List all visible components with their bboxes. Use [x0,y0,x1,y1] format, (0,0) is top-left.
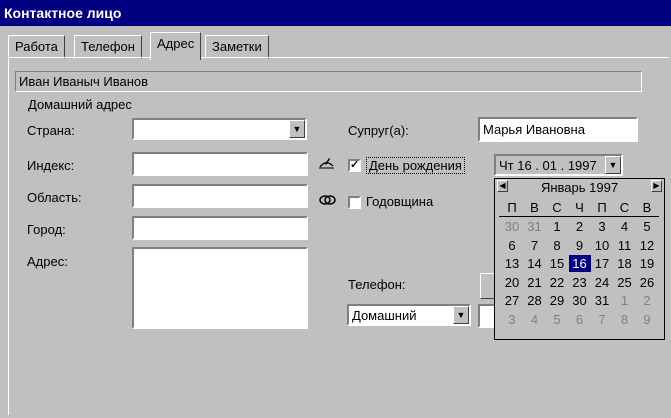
calendar-day[interactable]: 26 [636,274,658,291]
calendar-day[interactable]: 15 [546,255,568,272]
index-input[interactable] [134,154,306,174]
spouse-input[interactable] [480,119,636,140]
calendar-day[interactable]: 21 [524,274,546,291]
calendar-weekday: П [597,200,607,215]
phone-type-select[interactable]: Домашний ▼ [347,304,471,326]
region-label: Область: [27,190,82,205]
chevron-right-icon[interactable]: ▶ [651,180,662,192]
calendar-day[interactable]: 17 [591,255,613,272]
country-value [134,120,305,138]
calendar-day[interactable]: 30 [569,292,591,309]
calendar-day[interactable]: 6 [569,311,591,328]
calendar-day[interactable]: 5 [636,218,658,235]
city-input[interactable] [134,218,306,238]
calendar-day[interactable]: 7 [591,311,613,328]
calendar-day[interactable]: 10 [591,237,613,254]
calendar-day[interactable]: 9 [569,237,591,254]
calendar-day[interactable]: 13 [501,255,523,272]
tab-work[interactable]: Работа [8,35,65,59]
anniversary-checkbox[interactable] [348,196,361,209]
tab-address[interactable]: Адрес [150,32,202,60]
chevron-down-icon[interactable]: ▼ [605,156,621,174]
country-select[interactable]: ▼ [132,118,307,140]
chevron-down-icon[interactable]: ▼ [289,120,305,138]
calendar-day[interactable]: 19 [636,255,658,272]
calendar-weekday: С [619,200,630,215]
calendar-day[interactable]: 1 [614,292,636,309]
calendar-day[interactable]: 5 [546,311,568,328]
calendar-day[interactable]: 8 [546,237,568,254]
phone-type-value: Домашний [352,308,417,323]
calendar-day[interactable]: 4 [614,218,636,235]
anniversary-label: Годовщина [366,194,434,209]
calendar-day[interactable]: 1 [546,218,568,235]
calendar-weekday: В [530,200,539,215]
calendar-weekday: Ч [575,200,584,215]
pen-icon [319,158,334,169]
calendar-day[interactable]: 29 [546,292,568,309]
calendar-day[interactable]: 14 [524,255,546,272]
window-title: Контактное лицо [0,0,671,26]
address-label: Адрес: [27,254,68,269]
city-label: Город: [27,222,66,237]
tab-phone[interactable]: Телефон [74,35,142,59]
birthday-date-value: Чт 16 . 01 . 1997 [499,158,597,173]
spouse-field[interactable] [478,117,638,142]
calendar-month: Январь 1997 [540,180,619,195]
calendar-divider [499,216,659,217]
region-input[interactable] [134,186,306,206]
calendar-day[interactable]: 2 [569,218,591,235]
calendar-day[interactable]: 2 [636,292,658,309]
rings-icon [319,195,336,205]
country-label: Страна: [27,123,75,138]
phone-label: Телефон: [348,277,406,292]
calendar-day[interactable]: 9 [636,311,658,328]
index-field[interactable] [132,152,308,176]
tab-notes[interactable]: Заметки [205,35,269,59]
calendar-day[interactable]: 3 [591,218,613,235]
calendar-day[interactable]: 8 [614,311,636,328]
index-label: Индекс: [27,158,75,173]
calendar-day[interactable]: 18 [614,255,636,272]
calendar-day[interactable]: 7 [524,237,546,254]
region-field[interactable] [132,184,308,208]
calendar-day[interactable]: 27 [501,292,523,309]
chevron-down-icon[interactable]: ▼ [453,306,469,324]
calendar-day[interactable]: 20 [501,274,523,291]
calendar-day[interactable]: 25 [614,274,636,291]
address-field[interactable] [132,247,308,329]
calendar-popup: Январь 1997 ◀ ▶ ПВСЧПСВ 30 31 1 2 3 4 5 6 7 8 9 10 1… [494,178,665,340]
calendar-day[interactable]: 12 [636,237,658,254]
calendar-weekday: В [642,200,652,215]
calendar-day[interactable]: 30 [501,218,523,235]
calendar-weekday: С [552,200,562,215]
city-field[interactable] [132,216,308,240]
birthday-label[interactable]: День рождения [366,157,465,174]
calendar-day[interactable]: 3 [501,311,523,328]
section-title: Домашний адрес [28,97,132,112]
birthday-date-picker[interactable]: Чт 16 . 01 . 1997 ▼ [494,154,623,176]
calendar-day[interactable]: 4 [524,311,546,328]
address-value[interactable] [134,249,306,327]
calendar-day[interactable]: 6 [501,237,523,254]
spouse-label: Супруг(а): [348,123,409,138]
chevron-left-icon[interactable]: ◀ [497,180,508,192]
calendar-weekday: П [507,200,517,215]
calendar-day[interactable]: 31 [524,218,546,235]
calendar-day[interactable]: 24 [591,274,613,291]
calendar-day[interactable]: 31 [591,292,613,309]
contact-name: Иван Иваныч Иванов [15,71,642,92]
calendar-day[interactable]: 28 [524,292,546,309]
calendar-day[interactable]: 11 [614,237,636,254]
birthday-checkbox[interactable]: ✓ [348,159,361,172]
calendar-day[interactable]: 22 [546,274,568,291]
calendar-day[interactable]: 23 [569,274,591,291]
calendar-day[interactable]: 16 [568,255,591,272]
